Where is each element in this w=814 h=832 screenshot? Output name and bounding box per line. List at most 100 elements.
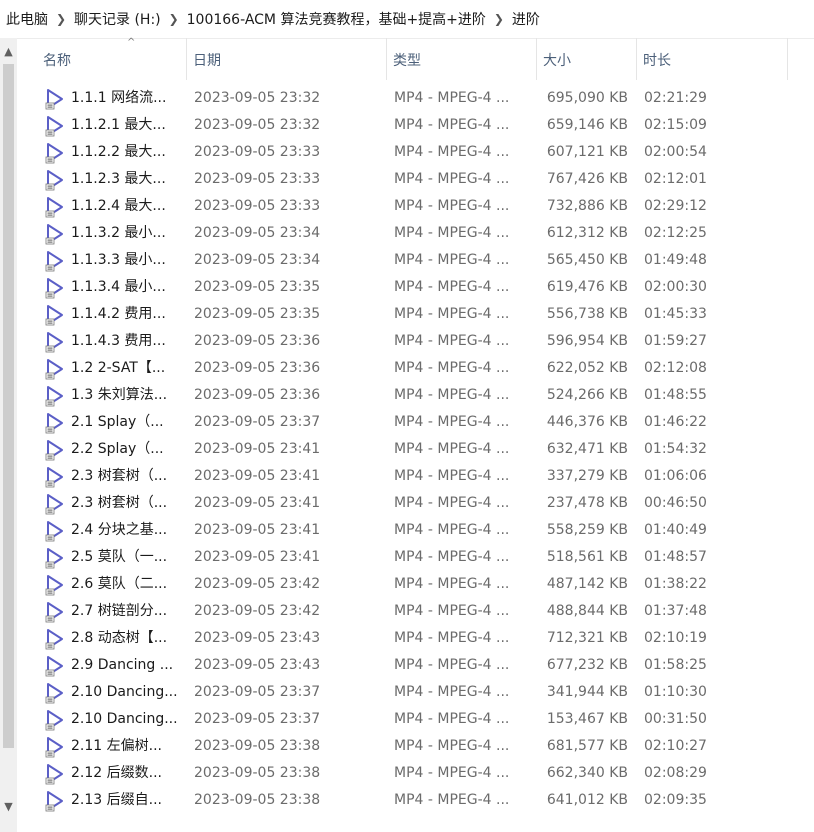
file-date: 2023-09-05 23:32: [194, 117, 321, 133]
file-type: MP4 - MPEG-4 ...: [394, 252, 510, 268]
file-duration: 02:00:30: [644, 279, 707, 295]
file-row[interactable]: 2.10 Dancing... 2023-09-05 23:37 MP4 - MPE…: [17, 679, 814, 706]
video-file-icon: [44, 466, 66, 488]
file-size: 677,232 KB: [546, 657, 628, 673]
file-name: 1.1.3.3 最小...: [71, 252, 166, 268]
breadcrumb-item-this-pc[interactable]: 此电脑: [0, 9, 52, 29]
file-date: 2023-09-05 23:37: [194, 414, 321, 430]
file-row[interactable]: 1.1.3.2 最小... 2023-09-05 23:34 MP4 - MPEG-…: [17, 220, 814, 247]
file-row[interactable]: 2.8 动态树【... 2023-09-05 23:43 MP4 - MPEG-4 …: [17, 625, 814, 652]
file-duration: 02:10:19: [644, 630, 707, 646]
file-row[interactable]: 2.2 Splay（... 2023-09-05 23:41 MP4 - MPEG-…: [17, 436, 814, 463]
column-header-type[interactable]: 类型: [387, 38, 537, 80]
file-date: 2023-09-05 23:33: [194, 144, 321, 160]
file-row[interactable]: 1.1.4.3 费用... 2023-09-05 23:36 MP4 - MPEG-…: [17, 328, 814, 355]
file-date: 2023-09-05 23:41: [194, 549, 321, 565]
file-duration: 01:54:32: [644, 441, 707, 457]
file-date: 2023-09-05 23:36: [194, 333, 321, 349]
file-date: 2023-09-05 23:32: [194, 90, 321, 106]
scrollbar-thumb[interactable]: [3, 64, 14, 748]
file-row[interactable]: 2.11 左偏树... 2023-09-05 23:38 MP4 - MPEG-4 …: [17, 733, 814, 760]
file-date: 2023-09-05 23:43: [194, 630, 321, 646]
chevron-right-icon[interactable]: ❯: [52, 12, 70, 26]
scroll-up-icon[interactable]: ▲: [0, 43, 17, 60]
file-type: MP4 - MPEG-4 ...: [394, 468, 510, 484]
file-date: 2023-09-05 23:41: [194, 441, 321, 457]
column-header-size-label: 大小: [543, 53, 571, 69]
scroll-down-icon[interactable]: ▼: [0, 798, 17, 815]
file-row[interactable]: 1.1.2.2 最大... 2023-09-05 23:33 MP4 - MPEG-…: [17, 139, 814, 166]
file-row[interactable]: 2.3 树套树（... 2023-09-05 23:41 MP4 - MPEG-4 …: [17, 490, 814, 517]
breadcrumb-item-current-folder[interactable]: 进阶: [508, 9, 544, 29]
file-row[interactable]: 1.3 朱刘算法... 2023-09-05 23:36 MP4 - MPEG-4 …: [17, 382, 814, 409]
vertical-scrollbar[interactable]: ▲ ▼: [0, 38, 17, 832]
video-file-icon: [44, 439, 66, 461]
column-header-date[interactable]: 日期: [187, 38, 387, 80]
file-duration: 02:09:35: [644, 792, 707, 808]
breadcrumb-item-course-folder[interactable]: 100166-ACM 算法竞赛教程，基础+提高+进阶: [183, 9, 490, 29]
file-size: 488,844 KB: [546, 603, 628, 619]
file-row[interactable]: 1.1.1 网络流... 2023-09-05 23:32 MP4 - MPEG-4…: [17, 85, 814, 112]
file-size: 622,052 KB: [546, 360, 628, 376]
breadcrumb-item-drive[interactable]: 聊天记录 (H:): [70, 9, 165, 29]
file-duration: 02:21:29: [644, 90, 707, 106]
file-date: 2023-09-05 23:41: [194, 468, 321, 484]
video-file-icon: [44, 142, 66, 164]
file-type: MP4 - MPEG-4 ...: [394, 657, 510, 673]
file-row[interactable]: 2.10 Dancing... 2023-09-05 23:37 MP4 - MPE…: [17, 706, 814, 733]
file-size: 565,450 KB: [546, 252, 628, 268]
file-size: 767,426 KB: [546, 171, 628, 187]
file-type: MP4 - MPEG-4 ...: [394, 333, 510, 349]
file-size: 337,279 KB: [546, 468, 628, 484]
file-name: 2.3 树套树（...: [71, 468, 168, 484]
chevron-right-icon[interactable]: ❯: [165, 12, 183, 26]
video-file-icon: [44, 169, 66, 191]
breadcrumb: 此电脑 ❯ 聊天记录 (H:) ❯ 100166-ACM 算法竞赛教程，基础+提…: [0, 0, 814, 39]
column-header-duration[interactable]: 时长: [637, 38, 788, 80]
video-file-icon: [44, 277, 66, 299]
file-row[interactable]: 1.1.2.3 最大... 2023-09-05 23:33 MP4 - MPEG-…: [17, 166, 814, 193]
file-type: MP4 - MPEG-4 ...: [394, 279, 510, 295]
file-row[interactable]: 2.13 后缀自... 2023-09-05 23:38 MP4 - MPEG-4 …: [17, 787, 814, 814]
file-size: 487,142 KB: [546, 576, 628, 592]
column-header-name[interactable]: ^ 名称: [37, 37, 187, 80]
video-file-icon: [44, 331, 66, 353]
file-row[interactable]: 2.12 后缀数... 2023-09-05 23:38 MP4 - MPEG-4 …: [17, 760, 814, 787]
file-duration: 01:46:22: [644, 414, 707, 430]
file-duration: 02:12:01: [644, 171, 707, 187]
file-date: 2023-09-05 23:38: [194, 738, 321, 754]
chevron-right-icon[interactable]: ❯: [490, 12, 508, 26]
file-row[interactable]: 1.1.2.1 最大... 2023-09-05 23:32 MP4 - MPEG-…: [17, 112, 814, 139]
file-duration: 01:48:55: [644, 387, 707, 403]
file-date: 2023-09-05 23:42: [194, 603, 321, 619]
file-size: 662,340 KB: [546, 765, 628, 781]
file-duration: 01:49:48: [644, 252, 707, 268]
file-row[interactable]: 2.9 Dancing ... 2023-09-05 23:43 MP4 - MPE…: [17, 652, 814, 679]
file-row[interactable]: 1.1.4.2 费用... 2023-09-05 23:35 MP4 - MPEG-…: [17, 301, 814, 328]
file-row[interactable]: 2.3 树套树（... 2023-09-05 23:41 MP4 - MPEG-4 …: [17, 463, 814, 490]
file-duration: 02:00:54: [644, 144, 707, 160]
column-header-size[interactable]: 大小: [537, 38, 637, 80]
file-row[interactable]: 2.5 莫队（一... 2023-09-05 23:41 MP4 - MPEG-4 …: [17, 544, 814, 571]
file-duration: 02:29:12: [644, 198, 707, 214]
file-row[interactable]: 2.6 莫队（二... 2023-09-05 23:42 MP4 - MPEG-4 …: [17, 571, 814, 598]
video-file-icon: [44, 790, 66, 812]
video-file-icon: [44, 547, 66, 569]
video-file-icon: [44, 682, 66, 704]
file-row[interactable]: 2.1 Splay（... 2023-09-05 23:37 MP4 - MPEG-…: [17, 409, 814, 436]
video-file-icon: [44, 628, 66, 650]
file-row[interactable]: 1.1.3.4 最小... 2023-09-05 23:35 MP4 - MPEG-…: [17, 274, 814, 301]
file-row[interactable]: 2.4 分块之基... 2023-09-05 23:41 MP4 - MPEG-4 …: [17, 517, 814, 544]
video-file-icon: [44, 196, 66, 218]
video-file-icon: [44, 520, 66, 542]
file-row[interactable]: 1.2 2-SAT【... 2023-09-05 23:36 MP4 - MPEG-…: [17, 355, 814, 382]
file-row[interactable]: 1.1.3.3 最小... 2023-09-05 23:34 MP4 - MPEG-…: [17, 247, 814, 274]
file-date: 2023-09-05 23:42: [194, 576, 321, 592]
video-file-icon: [44, 250, 66, 272]
file-row[interactable]: 2.7 树链剖分... 2023-09-05 23:42 MP4 - MPEG-4 …: [17, 598, 814, 625]
video-file-icon: [44, 88, 66, 110]
file-date: 2023-09-05 23:38: [194, 765, 321, 781]
file-name: 2.3 树套树（...: [71, 495, 168, 511]
file-row[interactable]: 1.1.2.4 最大... 2023-09-05 23:33 MP4 - MPEG-…: [17, 193, 814, 220]
file-duration: 02:08:29: [644, 765, 707, 781]
